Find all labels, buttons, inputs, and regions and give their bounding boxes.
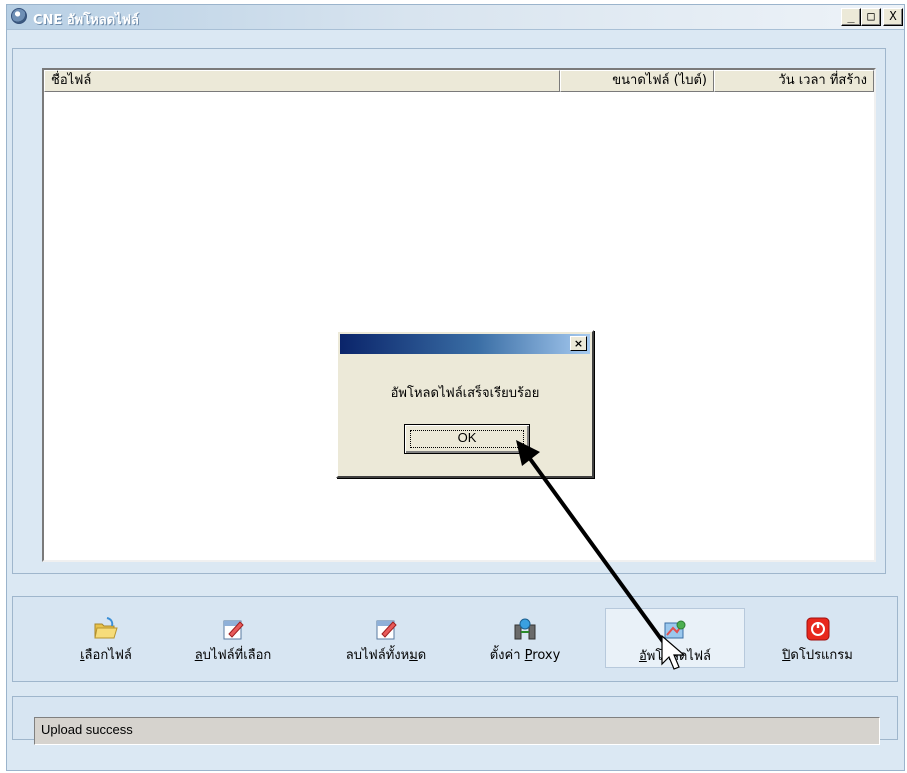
exit-program-button[interactable]: ปิดโปรแกรม (755, 608, 880, 668)
minimize-button[interactable]: _ (841, 8, 861, 26)
exit-program-label: ปิดโปรแกรม (782, 648, 853, 663)
listview-header: ชื่อไฟล์ ขนาดไฟล์ (ไบต์) วัน เวลา ที่สร้… (44, 70, 874, 92)
delete-all-icon (376, 620, 397, 640)
upload-icon (664, 620, 686, 639)
dialog-close-button[interactable]: × (570, 336, 587, 351)
app-icon (11, 8, 27, 24)
title-bar[interactable]: CNE อัพโหลดไฟล์ _ □ X (7, 5, 904, 30)
file-listview[interactable]: ชื่อไฟล์ ขนาดไฟล์ (ไบต์) วัน เวลา ที่สร้… (42, 68, 876, 562)
column-header-filesize[interactable]: ขนาดไฟล์ (ไบต์) (560, 70, 714, 92)
window-title: CNE อัพโหลดไฟล์ (33, 13, 139, 28)
delete-all-button[interactable]: ลบไฟล์ทั้งหมด (316, 608, 456, 668)
ok-button[interactable]: OK (404, 424, 530, 454)
proxy-icon (514, 618, 536, 640)
delete-selected-label: ลบไฟล์ที่เลือก (194, 648, 272, 663)
column-header-created[interactable]: วัน เวลา ที่สร้าง (714, 70, 874, 92)
folder-icon (94, 617, 118, 639)
upload-complete-dialog: × อัพโหลดไฟล์เสร็จเรียบร้อย OK (336, 330, 594, 478)
upload-file-button[interactable]: อัพโหลดไฟล์ (605, 608, 745, 668)
proxy-settings-label: ตั้งค่า Proxy (489, 648, 561, 663)
dialog-title-bar[interactable]: × (340, 334, 590, 354)
dialog-message: อัพโหลดไฟล์เสร็จเรียบร้อย (390, 386, 540, 401)
delete-selected-button[interactable]: ลบไฟล์ที่เลือก (168, 608, 298, 668)
close-button[interactable]: X (883, 8, 903, 26)
select-file-button[interactable]: เลือกไฟล์ (50, 608, 162, 668)
column-header-filename[interactable]: ชื่อไฟล์ (44, 70, 560, 92)
delete-selected-icon (223, 620, 244, 640)
status-text: Upload success (34, 717, 880, 745)
delete-all-label: ลบไฟล์ทั้งหมด (345, 648, 427, 663)
upload-file-label: อัพโหลดไฟล์ (638, 649, 712, 664)
power-icon (806, 617, 829, 641)
select-file-label: เลือกไฟล์ (80, 648, 132, 663)
maximize-button[interactable]: □ (861, 8, 881, 26)
proxy-settings-button[interactable]: ตั้งค่า Proxy (470, 608, 580, 668)
focus-rect (410, 430, 524, 448)
